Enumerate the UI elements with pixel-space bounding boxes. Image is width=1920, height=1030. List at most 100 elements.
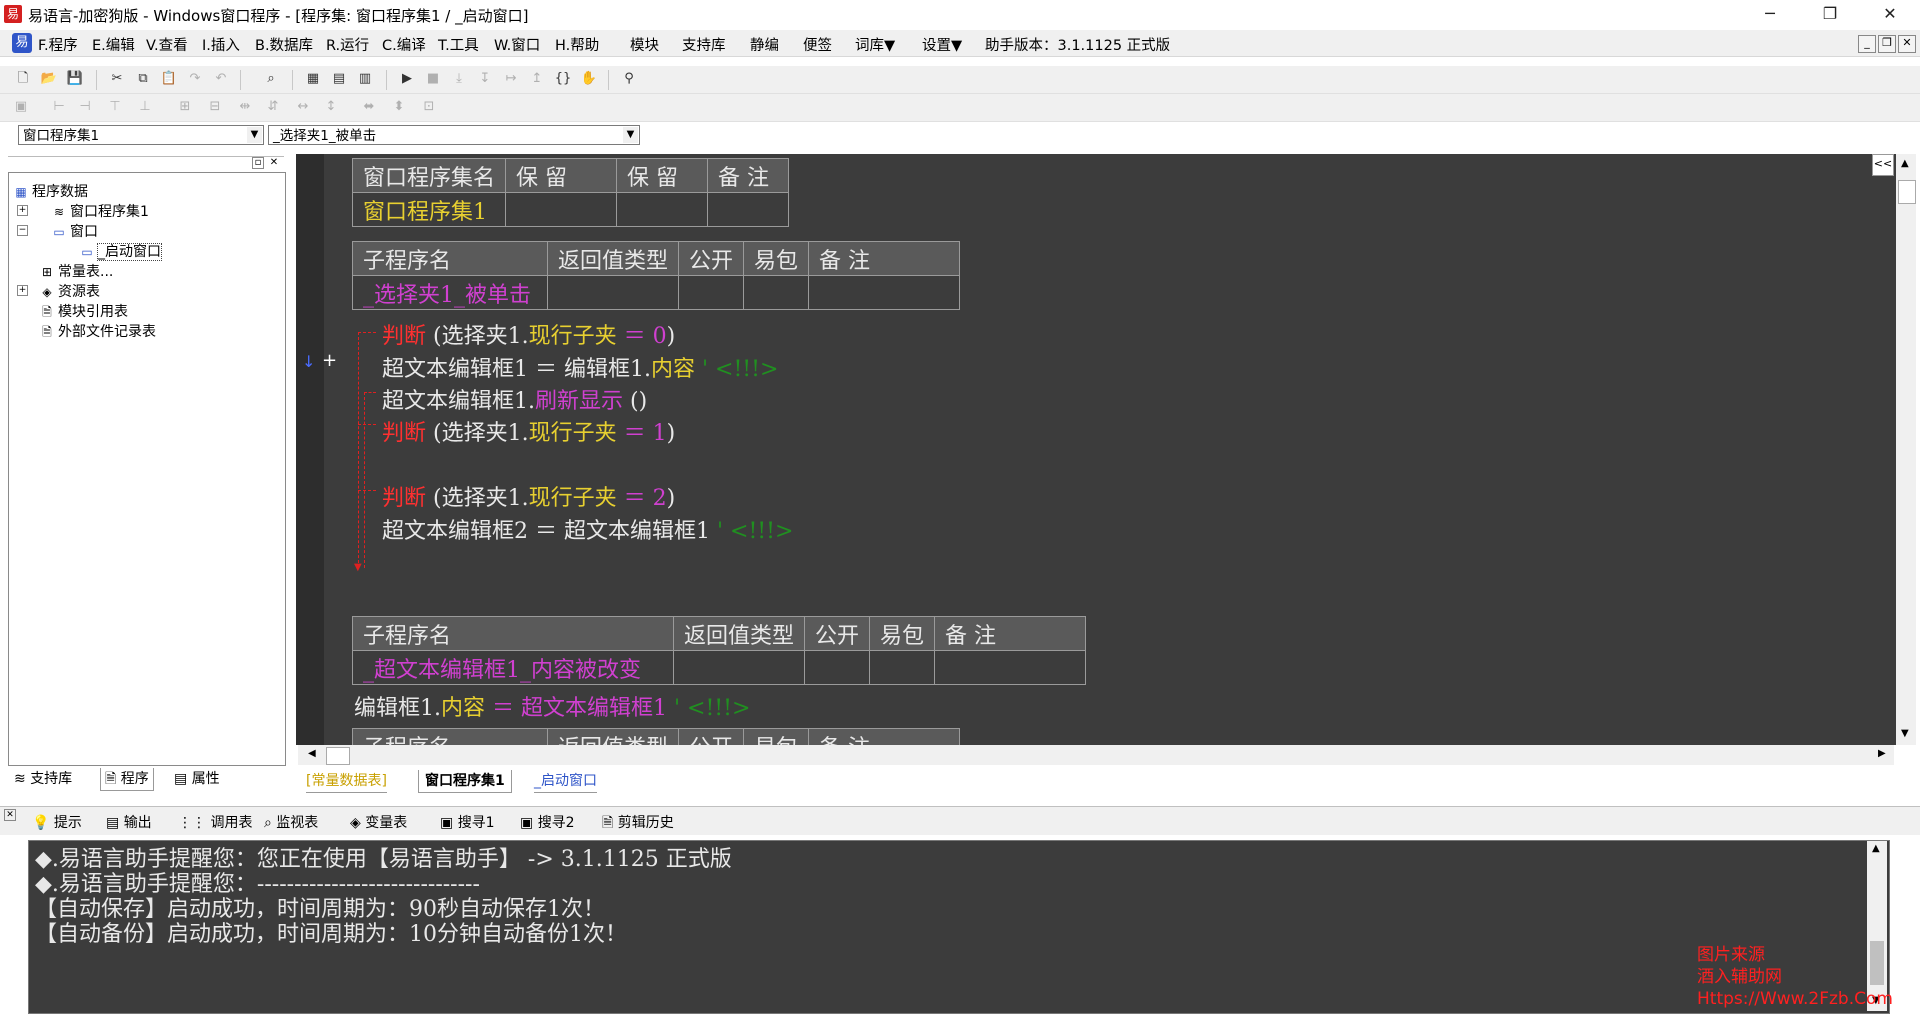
find-icon[interactable]: ⌕ [262, 70, 280, 88]
menu-view[interactable]: V.查看 [146, 34, 188, 55]
tab-tips[interactable]: 💡 提示 [32, 812, 82, 832]
menu-database[interactable]: B.数据库 [255, 34, 313, 55]
doc-tab-constants[interactable]: [常量数据表] [306, 770, 387, 793]
hand-icon[interactable]: ✋ [580, 70, 598, 88]
tab-watch[interactable]: ⌕ 监视表 [264, 812, 318, 832]
step-over-icon[interactable]: ↦ [502, 70, 520, 88]
menu-run[interactable]: R.运行 [326, 34, 369, 55]
center-v-icon[interactable]: ⊟ [206, 98, 224, 116]
scroll-right-icon[interactable]: ▶ [1878, 748, 1886, 759]
menu-settings[interactable]: 设置▼ [922, 34, 962, 55]
spacing-icon[interactable]: ⬍ [390, 98, 408, 116]
grid-snap-icon[interactable]: ⊡ [420, 98, 438, 116]
panel-close-icon[interactable]: ✕ [268, 157, 280, 169]
menu-module[interactable]: 模块 [630, 34, 659, 55]
new-file-icon[interactable]: 🗋 [14, 70, 32, 88]
same-height-icon[interactable]: ↕ [322, 98, 340, 116]
panel-close-icon[interactable]: ✕ [4, 809, 16, 821]
chevron-down-icon[interactable]: ▼ [247, 127, 262, 143]
braces-icon[interactable]: {} [554, 70, 572, 88]
assembly-cell[interactable] [616, 192, 709, 227]
close-button[interactable]: ✕ [1860, 0, 1920, 28]
layout-1-icon[interactable]: ▦ [304, 70, 322, 88]
same-size-icon[interactable]: ⬌ [360, 98, 378, 116]
menu-support-lib[interactable]: 支持库 [682, 34, 726, 55]
restore-button[interactable]: ❐ [1800, 0, 1860, 28]
tab-search1[interactable]: ▣ 搜寻1 [440, 812, 495, 832]
menu-compile[interactable]: C.编译 [382, 34, 426, 55]
mdi-close-button[interactable]: ✕ [1898, 35, 1916, 53]
code-line[interactable]: 超文本编辑框2 ＝ 超文本编辑框1 ' <!!!> [382, 513, 793, 545]
tree-item-constants[interactable]: ⊞ 常量表... [39, 261, 113, 281]
panel-pin-icon[interactable]: ▫ [252, 157, 264, 169]
mdi-restore-button[interactable]: ❐ [1878, 35, 1896, 53]
subroutine-select[interactable]: _选择夹1_被单击 ▼ [268, 125, 640, 145]
stop-icon[interactable]: ■ [424, 70, 442, 88]
undo-icon[interactable]: ↶ [212, 70, 230, 88]
menu-lexicon[interactable]: 词库▼ [855, 34, 895, 55]
sub-cell[interactable] [869, 650, 936, 685]
tab-search2[interactable]: ▣ 搜寻2 [520, 812, 575, 832]
menu-tools[interactable]: T.工具 [438, 34, 479, 55]
tab-variables[interactable]: ◈ 变量表 [350, 812, 407, 832]
breakpoint-arrow-icon[interactable]: ↓ [302, 352, 315, 371]
menu-program[interactable]: F.程序 [38, 34, 78, 55]
menu-static-compile[interactable]: 静编 [750, 34, 779, 55]
tab-support-lib[interactable]: ≋ 支持库 [14, 768, 72, 790]
layout-2-icon[interactable]: ▤ [330, 70, 348, 88]
sub-cell[interactable] [808, 275, 961, 310]
vertical-scrollbar[interactable]: ▲ ▼ [1896, 154, 1916, 745]
code-line[interactable]: 超文本编辑框1.刷新显示 () [382, 383, 647, 415]
run-icon[interactable]: ▶ [398, 70, 416, 88]
menu-edit[interactable]: E.编辑 [92, 34, 135, 55]
sub-cell[interactable] [743, 275, 810, 310]
step-out-icon[interactable]: ↥ [528, 70, 546, 88]
menu-help[interactable]: H.帮助 [555, 34, 599, 55]
sub-cell[interactable] [934, 650, 1087, 685]
step-into-icon[interactable]: ↧ [476, 70, 494, 88]
paste-icon[interactable]: 📋 [160, 70, 178, 88]
align-grid-icon[interactable]: ▣ [12, 98, 30, 116]
mdi-minimize-button[interactable]: _ [1858, 35, 1876, 53]
tab-program[interactable]: 🗎 程序 [100, 768, 154, 791]
collapse-icon[interactable]: − [17, 225, 28, 236]
doc-tab-assembly[interactable]: 窗口程序集1 [418, 770, 512, 793]
tree-root[interactable]: ▦ 程序数据 [13, 181, 88, 201]
cut-icon[interactable]: ✂ [108, 70, 126, 88]
expand-icon[interactable]: + [17, 205, 28, 216]
align-left-icon[interactable]: ⊢ [50, 98, 68, 116]
center-h-icon[interactable]: ⊞ [176, 98, 194, 116]
tab-output[interactable]: ▤ 输出 [106, 812, 152, 832]
tree-item-assembly[interactable]: ≋ 窗口程序集1 [51, 201, 149, 221]
same-width-icon[interactable]: ↔ [294, 98, 312, 116]
program-logo-icon[interactable]: 易 [12, 33, 32, 53]
scroll-thumb[interactable] [326, 747, 350, 765]
tab-call-stack[interactable]: ⋮⋮ 调用表 [178, 812, 252, 832]
tree-item-window[interactable]: ▭ 窗口 [51, 221, 98, 241]
code-line[interactable]: 判断 (选择夹1.现行子夹 ＝ 2) [382, 480, 675, 512]
menu-window[interactable]: W.窗口 [494, 34, 540, 55]
sub-name-cell[interactable]: _超文本编辑框1_内容被改变 [352, 650, 674, 685]
code-line[interactable]: 编辑框1.内容 ＝ 超文本编辑框1 ' <!!!> [354, 690, 750, 722]
code-line[interactable]: 超文本编辑框1 ＝ 编辑框1.内容 ' <!!!> [382, 351, 778, 383]
space-h-icon[interactable]: ⇹ [236, 98, 254, 116]
collapse-panel-button[interactable]: << [1872, 154, 1894, 176]
menu-insert[interactable]: I.插入 [202, 34, 240, 55]
sub-cell[interactable] [678, 275, 745, 310]
doc-tab-start-window[interactable]: _启动窗口 [534, 770, 597, 793]
align-top-icon[interactable]: ⊤ [106, 98, 124, 116]
scroll-up-icon[interactable]: ▲ [1901, 158, 1909, 169]
tab-clipboard-history[interactable]: 🗎 剪辑历史 [602, 812, 674, 836]
save-icon[interactable]: 💾 [66, 70, 84, 88]
code-line[interactable]: 判断 (选择夹1.现行子夹 ＝ 1) [382, 415, 675, 447]
step-icon[interactable]: ⤓ [450, 70, 468, 88]
scroll-down-icon[interactable]: ▼ [1901, 728, 1909, 739]
binoculars-icon[interactable]: ⚲ [620, 70, 638, 88]
space-v-icon[interactable]: ⇵ [264, 98, 282, 116]
align-right-icon[interactable]: ⊣ [76, 98, 94, 116]
output-panel[interactable]: ◆.易语言助手提醒您：您正在使用【易语言助手】 -> 3.1.1125 正式版 … [28, 840, 1890, 1014]
sub-cell[interactable] [546, 275, 680, 310]
chevron-down-icon[interactable]: ▼ [623, 127, 638, 143]
tree-item-resources[interactable]: ◈ 资源表 [39, 281, 100, 301]
tree-item-start-window[interactable]: ▭ _启动窗口 [79, 241, 162, 261]
